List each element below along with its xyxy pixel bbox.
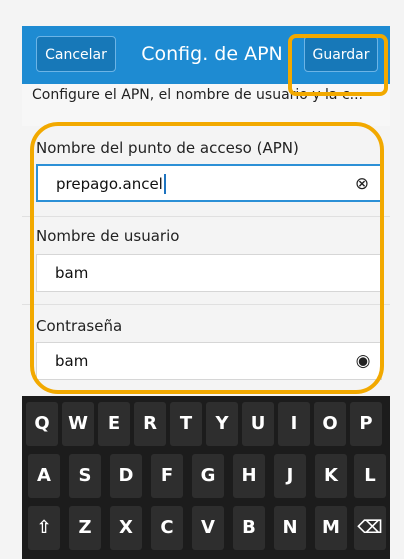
- key-h[interactable]: H: [233, 454, 265, 498]
- virtual-keyboard: Q W E R T Y U I O P A S D F G H J K L ⇧ …: [22, 396, 390, 559]
- page-title: Config. de APN: [141, 43, 283, 65]
- key-l[interactable]: L: [354, 454, 386, 498]
- cancel-button[interactable]: Cancelar: [36, 36, 116, 72]
- shift-key[interactable]: ⇧: [28, 506, 60, 550]
- keyboard-row-3: ⇧ Z X C V B N M ⌫: [22, 506, 390, 554]
- key-a[interactable]: A: [28, 454, 60, 498]
- key-k[interactable]: K: [315, 454, 347, 498]
- key-y[interactable]: Y: [206, 402, 238, 446]
- key-w[interactable]: W: [62, 402, 94, 446]
- key-z[interactable]: Z: [69, 506, 101, 550]
- key-m[interactable]: M: [315, 506, 347, 550]
- key-d[interactable]: D: [110, 454, 142, 498]
- key-n[interactable]: N: [274, 506, 306, 550]
- key-q[interactable]: Q: [26, 402, 58, 446]
- keyboard-row-2: A S D F G H J K L: [22, 454, 390, 502]
- key-t[interactable]: T: [170, 402, 202, 446]
- backspace-key[interactable]: ⌫: [354, 506, 386, 550]
- key-c[interactable]: C: [151, 506, 183, 550]
- key-r[interactable]: R: [134, 402, 166, 446]
- key-j[interactable]: J: [274, 454, 306, 498]
- key-o[interactable]: O: [314, 402, 346, 446]
- key-f[interactable]: F: [151, 454, 183, 498]
- key-p[interactable]: P: [350, 402, 382, 446]
- key-v[interactable]: V: [192, 506, 224, 550]
- key-e[interactable]: E: [98, 402, 130, 446]
- key-g[interactable]: G: [192, 454, 224, 498]
- key-u[interactable]: U: [242, 402, 274, 446]
- key-s[interactable]: S: [69, 454, 101, 498]
- highlight-form: [30, 122, 384, 394]
- highlight-save: [288, 34, 388, 96]
- keyboard-row-1: Q W E R T Y U I O P: [22, 402, 390, 450]
- key-x[interactable]: X: [110, 506, 142, 550]
- key-b[interactable]: B: [233, 506, 265, 550]
- key-i[interactable]: I: [278, 402, 310, 446]
- phone-screen: Cancelar Config. de APN Guardar Configur…: [22, 26, 390, 559]
